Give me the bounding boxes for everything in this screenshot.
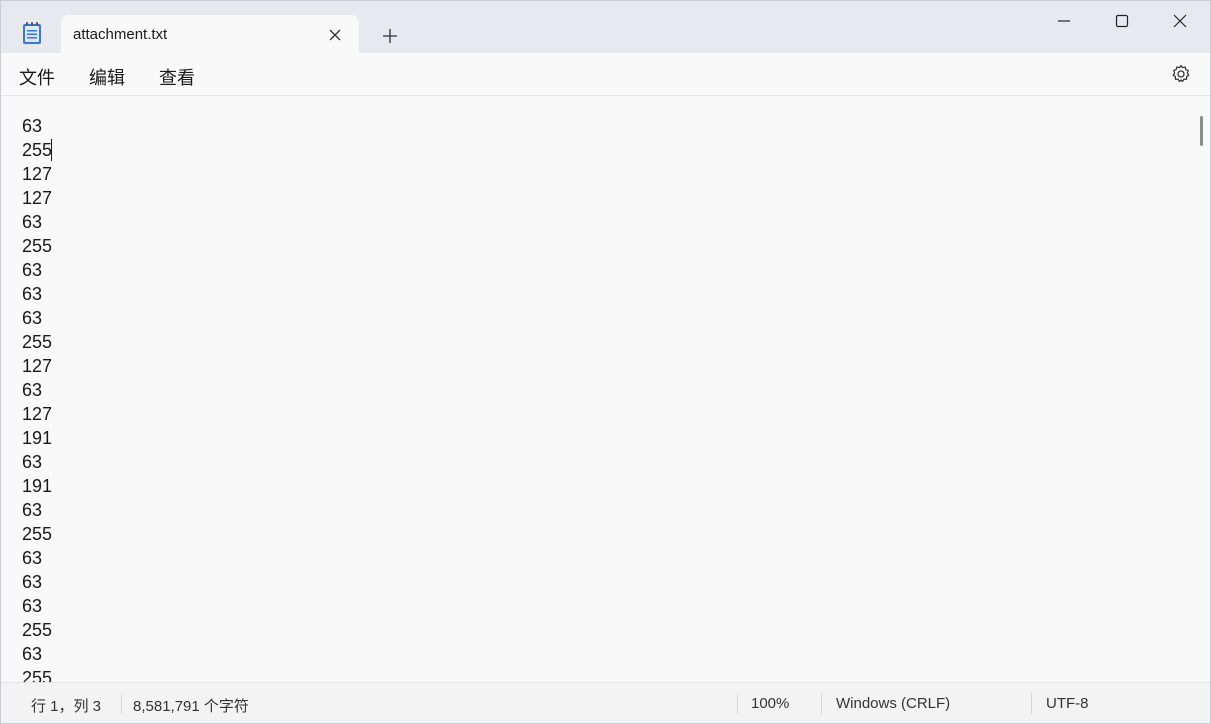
text-line: 63 xyxy=(22,548,43,568)
maximize-button[interactable] xyxy=(1093,1,1151,41)
menu-view[interactable]: 查看 xyxy=(155,62,199,92)
encoding[interactable]: UTF-8 xyxy=(1046,695,1089,712)
text-line: 63 xyxy=(22,452,43,472)
status-divider xyxy=(121,693,122,714)
status-divider xyxy=(737,693,738,714)
title-bar[interactable]: attachment.txt xyxy=(1,1,1210,55)
text-line: 191 xyxy=(22,428,53,448)
cursor-position: 行 1，列 3 xyxy=(31,698,102,715)
vertical-scrollbar[interactable] xyxy=(1198,96,1210,682)
status-bar: 行 1，列 3 8,581,791 个字符 100% Windows (CRLF… xyxy=(1,682,1210,723)
text-lines: 63 255 127 127 63 255 63 63 63 255 127 6… xyxy=(22,114,52,682)
text-line: 255 xyxy=(22,236,53,256)
text-line: 127 xyxy=(22,164,53,184)
text-line: 63 xyxy=(22,260,43,280)
minimize-icon xyxy=(1058,20,1070,22)
text-editor[interactable]: 63 255 127 127 63 255 63 63 63 255 127 6… xyxy=(1,96,1197,682)
maximize-icon xyxy=(1115,14,1129,28)
minimize-button[interactable] xyxy=(1035,1,1093,41)
text-line: 191 xyxy=(22,476,53,496)
text-line: 255 xyxy=(22,140,53,160)
text-line: 255 xyxy=(22,668,53,682)
scrollbar-thumb[interactable] xyxy=(1200,116,1203,146)
text-line: 127 xyxy=(22,188,53,208)
text-caret xyxy=(51,139,52,161)
menu-bar: 文件 编辑 查看 xyxy=(1,53,1210,96)
text-line: 255 xyxy=(22,620,53,640)
close-window-button[interactable] xyxy=(1151,1,1209,41)
text-line: 255 xyxy=(22,332,53,352)
text-line: 127 xyxy=(22,404,53,424)
text-line: 63 xyxy=(22,284,43,304)
char-count: 8,581,791 个字符 xyxy=(133,698,249,715)
status-divider xyxy=(1031,693,1032,714)
text-line: 255 xyxy=(22,524,53,544)
text-line: 63 xyxy=(22,380,43,400)
text-line: 63 xyxy=(22,572,43,592)
status-divider xyxy=(821,693,822,714)
text-line: 63 xyxy=(22,116,43,136)
tab-attachment[interactable]: attachment.txt xyxy=(61,15,359,55)
zoom-level[interactable]: 100% xyxy=(751,695,789,712)
gear-icon[interactable] xyxy=(1171,64,1191,84)
menu-file[interactable]: 文件 xyxy=(15,62,59,92)
tab-title: attachment.txt xyxy=(73,26,168,43)
text-line: 63 xyxy=(22,644,43,664)
new-tab-plus-icon[interactable] xyxy=(379,25,401,47)
text-line: 63 xyxy=(22,212,43,232)
notepad-icon xyxy=(21,21,43,45)
text-line: 63 xyxy=(22,500,43,520)
line-ending[interactable]: Windows (CRLF) xyxy=(836,695,950,712)
tab-close-icon[interactable] xyxy=(327,27,343,43)
menu-edit[interactable]: 编辑 xyxy=(85,62,129,92)
text-line: 127 xyxy=(22,356,53,376)
notepad-window: attachment.txt 文件 编辑 查看 63 255 127 127 6… xyxy=(0,0,1211,724)
text-line: 63 xyxy=(22,596,43,616)
text-line: 63 xyxy=(22,308,43,328)
close-icon xyxy=(1173,14,1187,28)
